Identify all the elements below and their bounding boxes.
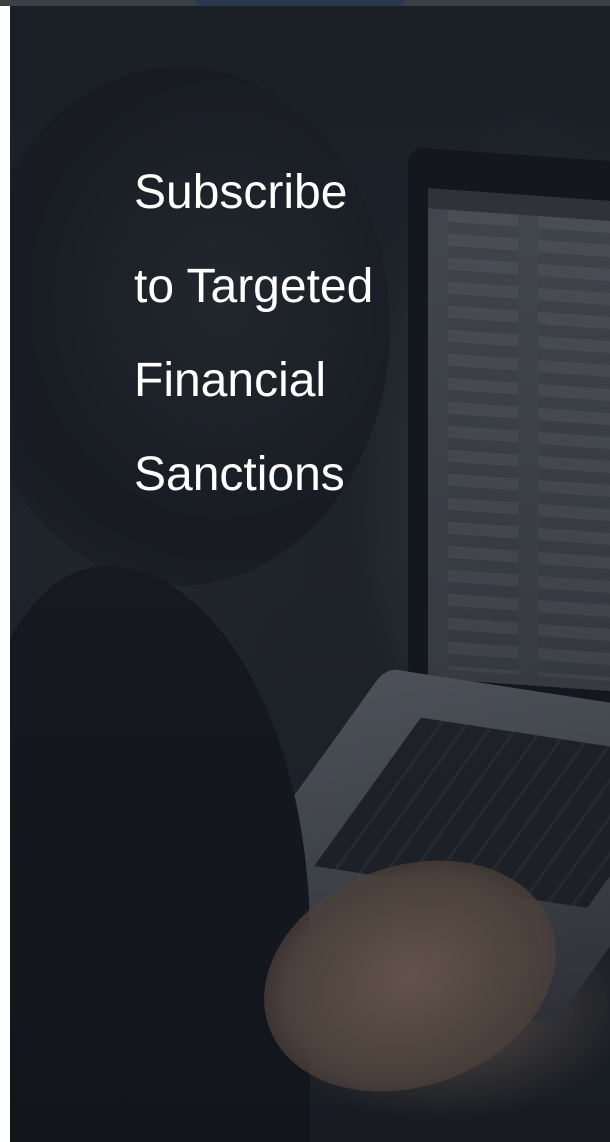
headline-line-4: Sanctions xyxy=(134,448,345,501)
headline-line-1: Subscribe xyxy=(134,166,348,219)
app-screen: Subscribe to Targeted Financial Sanction… xyxy=(0,0,610,1142)
hero-headline: Subscribe to Targeted Financial Sanction… xyxy=(134,146,574,522)
headline-line-3: Financial xyxy=(134,354,327,407)
hero-banner: Subscribe to Targeted Financial Sanction… xyxy=(10,6,610,1142)
left-edge-strip xyxy=(0,0,10,1142)
headline-line-2: to Targeted xyxy=(134,260,374,313)
